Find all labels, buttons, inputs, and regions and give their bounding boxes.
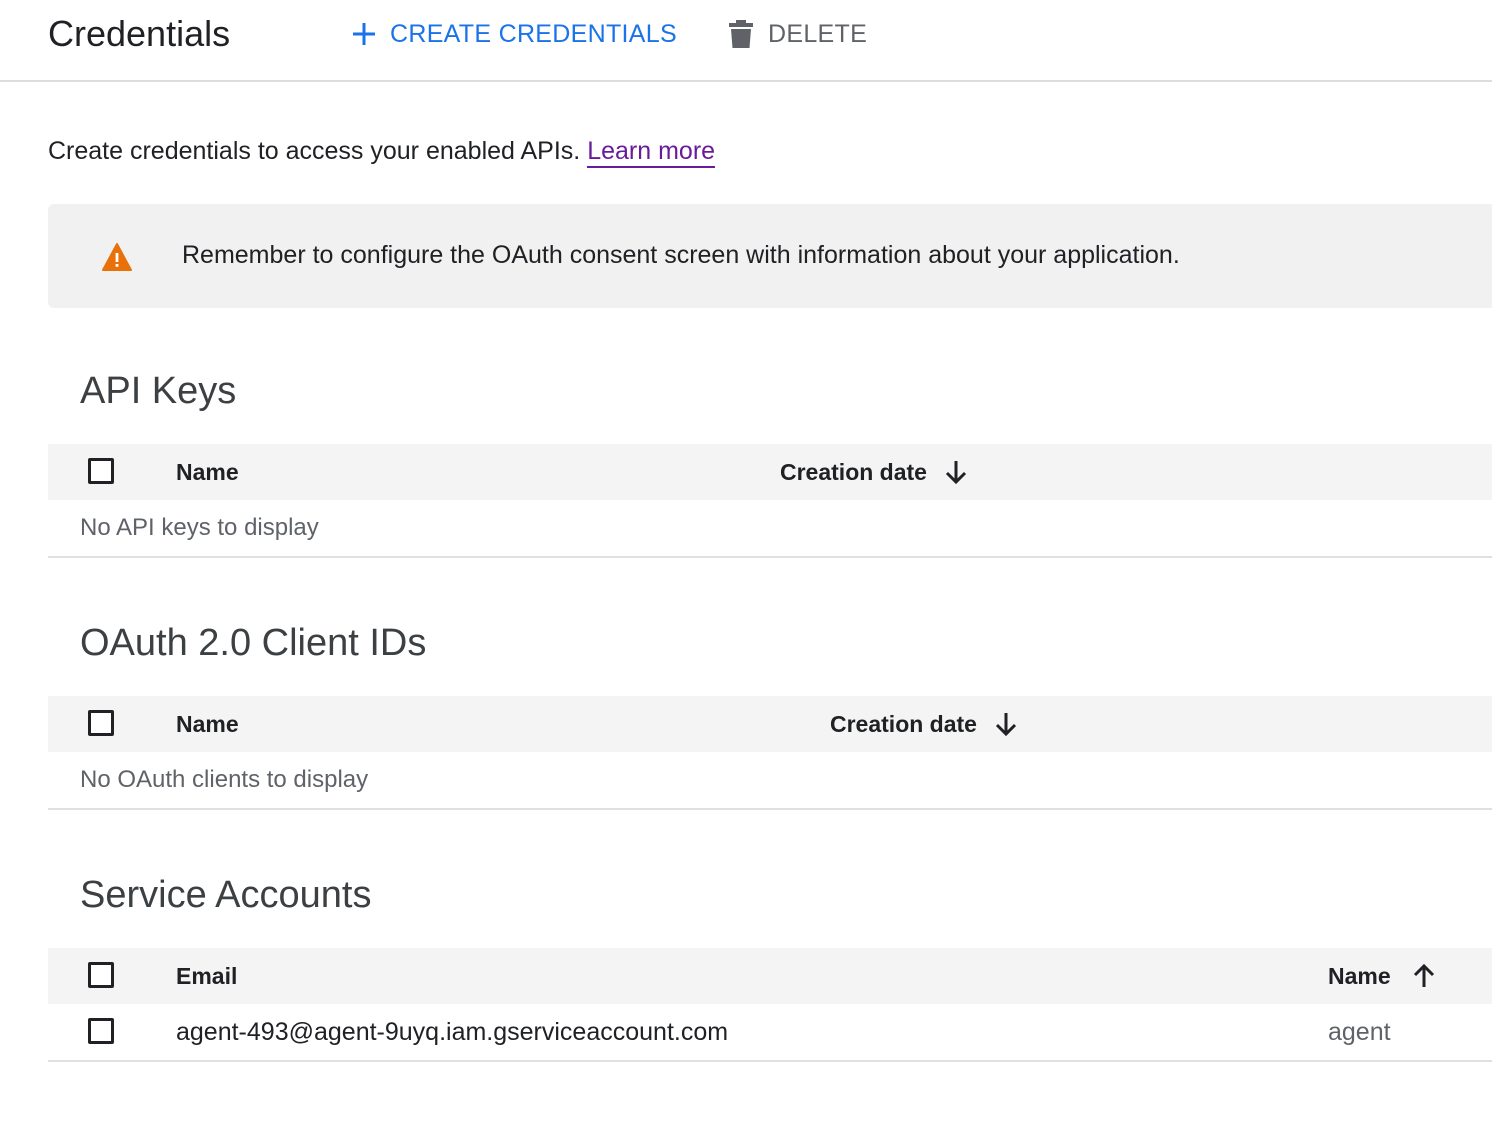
oauth-select-all-checkbox[interactable]	[88, 710, 114, 736]
plus-icon	[353, 23, 375, 45]
service-accounts-select-all-checkbox[interactable]	[88, 962, 114, 988]
api-keys-empty-text: No API keys to display	[80, 514, 319, 541]
oauth-table-header: Name Creation date	[48, 696, 1492, 754]
oauth-column-name[interactable]: Name	[176, 708, 239, 740]
arrow-up-icon[interactable]	[1410, 962, 1438, 990]
oauth-empty-row: No OAuth clients to display	[48, 752, 1492, 810]
service-accounts-column-name[interactable]: Name	[1328, 960, 1391, 992]
service-account-email[interactable]: agent-493@agent-9uyq.iam.gserviceaccount…	[176, 1016, 728, 1048]
intro-description: Create credentials to access your enable…	[48, 137, 581, 165]
oauth-empty-text: No OAuth clients to display	[80, 766, 369, 793]
create-credentials-label: CREATE CREDENTIALS	[390, 19, 677, 48]
intro-text: Create credentials to access your enable…	[48, 134, 716, 168]
service-account-row-checkbox[interactable]	[88, 1018, 114, 1044]
api-keys-column-creation-date[interactable]: Creation date	[780, 456, 927, 488]
delete-label: DELETE	[768, 19, 868, 48]
api-keys-empty-row: No API keys to display	[48, 500, 1492, 558]
oauth-title: OAuth 2.0 Client IDs	[80, 622, 427, 664]
top-bar: Credentials CREATE CREDENTIALS DELETE	[0, 0, 1492, 82]
api-keys-column-name[interactable]: Name	[176, 456, 239, 488]
warning-icon	[102, 243, 132, 271]
service-accounts-column-email[interactable]: Email	[176, 960, 237, 992]
arrow-down-icon[interactable]	[992, 710, 1020, 738]
learn-more-link[interactable]: Learn more	[587, 137, 716, 168]
service-account-name: agent	[1328, 1018, 1391, 1046]
trash-icon	[729, 20, 753, 48]
service-accounts-title: Service Accounts	[80, 874, 372, 916]
oauth-column-creation-date[interactable]: Creation date	[830, 708, 977, 740]
page-title: Credentials	[48, 13, 231, 54]
arrow-down-icon[interactable]	[942, 458, 970, 486]
oauth-warning-banner: Remember to configure the OAuth consent …	[48, 204, 1492, 308]
api-keys-title: API Keys	[80, 370, 237, 412]
service-accounts-table-header: Email Name	[48, 948, 1492, 1006]
create-credentials-button[interactable]: CREATE CREDENTIALS	[350, 14, 677, 54]
api-keys-select-all-checkbox[interactable]	[88, 458, 114, 484]
banner-message: Remember to configure the OAuth consent …	[182, 241, 1180, 269]
delete-button[interactable]: DELETE	[728, 14, 867, 54]
api-keys-table-header: Name Creation date	[48, 444, 1492, 502]
table-row[interactable]: agent-493@agent-9uyq.iam.gserviceaccount…	[48, 1004, 1492, 1062]
